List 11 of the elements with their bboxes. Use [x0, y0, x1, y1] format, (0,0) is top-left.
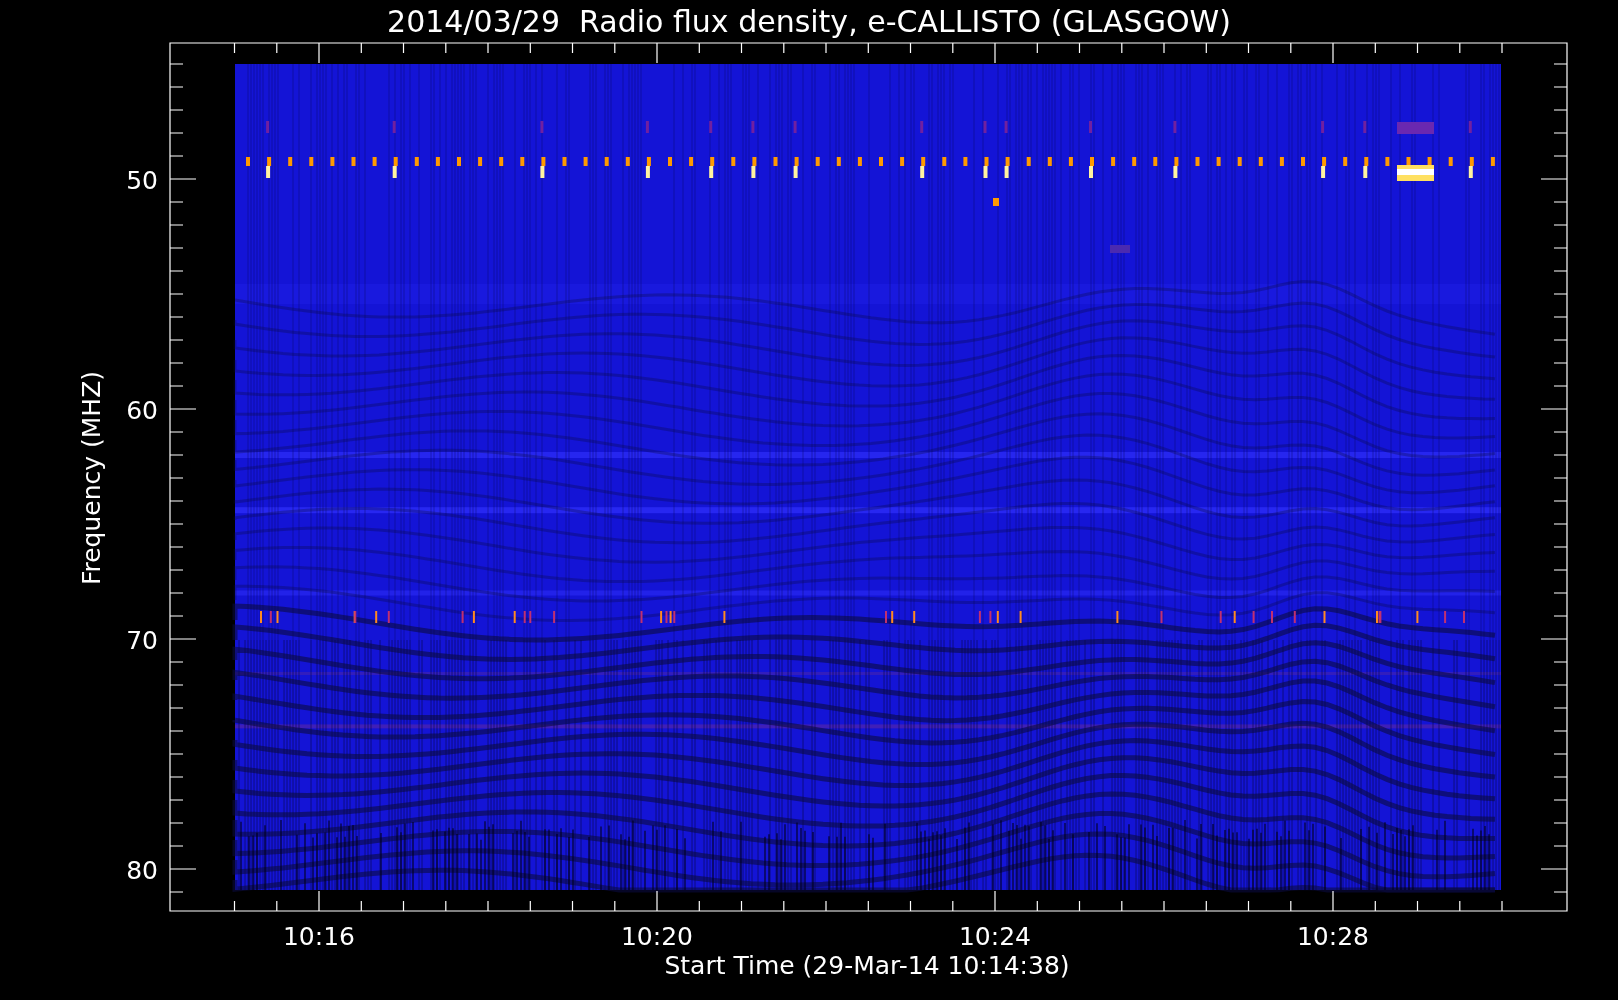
chart-title: 2014/03/29 Radio flux density, e-CALLISTO (GLASGOW) — [387, 4, 1231, 39]
axis-title: Start Time (29-Mar-14 10:14:38) — [664, 951, 1070, 980]
tick-label: 60 — [126, 396, 158, 425]
tick-label: 70 — [126, 626, 158, 655]
tick-label: 10:16 — [283, 922, 355, 951]
tick-label: 80 — [126, 856, 158, 885]
tick-label: 10:20 — [621, 922, 693, 951]
axis-title: Frequency (MHZ) — [77, 370, 106, 586]
tick-label: 50 — [126, 166, 158, 195]
tick-label: 10:28 — [1297, 922, 1369, 951]
tick-label: 10:24 — [959, 922, 1031, 951]
